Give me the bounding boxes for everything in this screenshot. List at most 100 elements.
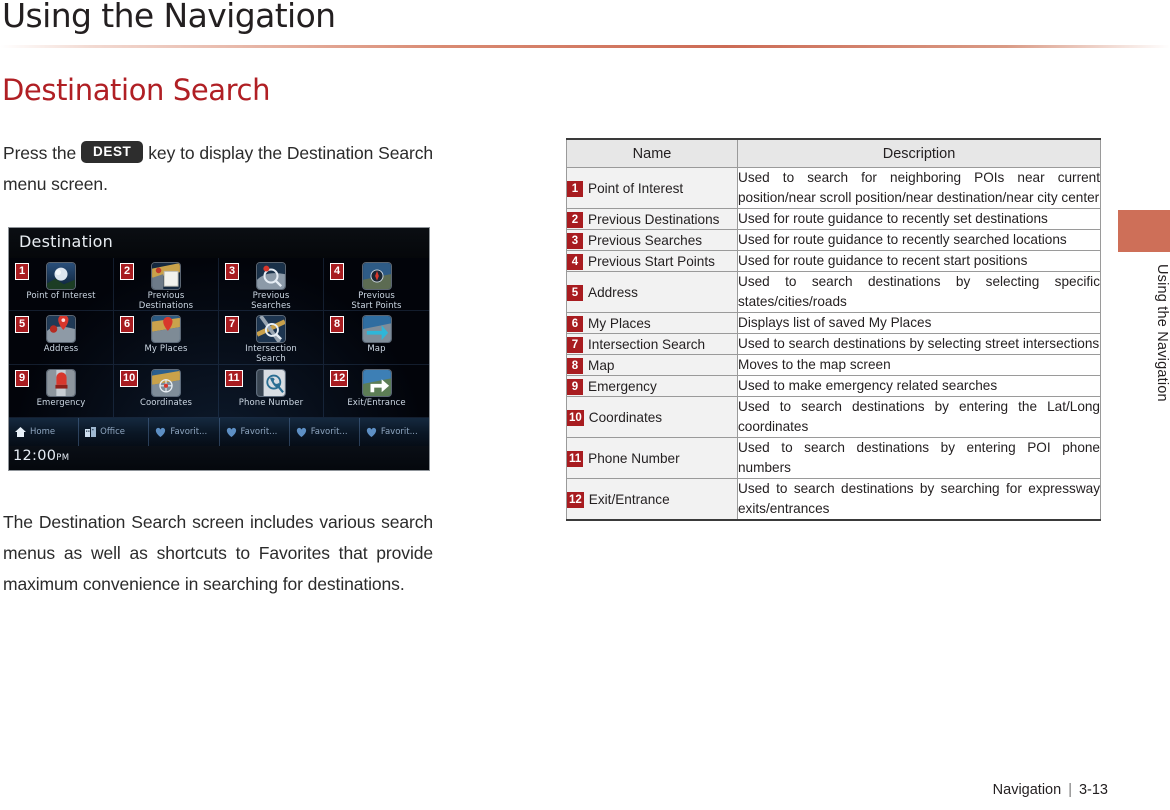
row-name: Map <box>588 357 615 373</box>
table-cell-description: Used to search destinations by selecting… <box>737 333 1101 355</box>
table-cell-name: 2 Previous Destinations <box>566 208 738 230</box>
previous-searches-icon <box>256 262 286 290</box>
table-cell-description: Used to search destinations by searching… <box>737 478 1101 521</box>
row-name: Previous Searches <box>588 232 703 248</box>
nav-item-address[interactable]: 5 Address <box>9 311 114 365</box>
callout-5: 5 <box>15 316 29 334</box>
table-row: 9 Emergency Used to make emergency relat… <box>566 375 1101 397</box>
table-cell-name: 1 Point of Interest <box>566 167 738 209</box>
nav-label-1: Point of Interest <box>26 291 96 301</box>
row-badge: 11 <box>567 450 584 467</box>
row-badge: 4 <box>567 253 583 270</box>
table-row: 1 Point of Interest Used to search for n… <box>566 167 1101 209</box>
callout-10: 10 <box>120 369 139 387</box>
table-cell-description: Used for route guidance to recently sear… <box>737 229 1101 251</box>
table-cell-name: 9 Emergency <box>566 375 738 397</box>
shortcut-label-home: Home <box>30 427 56 437</box>
row-badge: 7 <box>567 336 583 353</box>
table-row: 2 Previous Destinations Used for route g… <box>566 208 1101 230</box>
nav-label-7: Intersection Search <box>245 344 297 364</box>
nav-item-coordinates[interactable]: 10 Coordinates <box>114 364 219 418</box>
row-badge: 12 <box>567 491 584 508</box>
footer-separator: | <box>1068 782 1072 798</box>
shortcut-office[interactable]: Office <box>79 418 150 446</box>
table-row: 11 Phone Number Used to search destinati… <box>566 437 1101 479</box>
navigation-destination-screen[interactable]: Destination 1 Point of Interest 2 Previo… <box>8 227 430 471</box>
nav-item-exit-entrance[interactable]: 12 Exit/Entrance <box>324 365 429 418</box>
nav-item-emergency[interactable]: 9 Emergency <box>9 364 114 418</box>
nav-item-phone-number[interactable]: 11 Phone Number <box>219 364 324 418</box>
nav-screen-title: Destination <box>19 232 114 251</box>
shortcut-home[interactable]: Home <box>9 418 80 446</box>
heart-icon <box>226 427 236 437</box>
nav-label-11: Phone Number <box>238 397 304 408</box>
my-places-icon <box>151 315 181 344</box>
footer-section: Navigation <box>992 782 1062 798</box>
table-row: 10 Coordinates Used to search destinatio… <box>566 396 1101 438</box>
table-cell-description: Displays list of saved My Places <box>737 312 1101 334</box>
dest-key-button[interactable]: DEST <box>81 141 144 163</box>
column-header-name: Name <box>566 138 738 168</box>
nav-label-8: Map <box>367 344 386 355</box>
shortcut-favorite-1[interactable]: Favorit... <box>149 418 220 446</box>
nav-item-previous-start-points[interactable]: 4 Previous Start Points <box>324 258 429 312</box>
description-paragraph: The Destination Search screen includes v… <box>3 512 433 594</box>
table-header-row: Name Description <box>566 138 1101 168</box>
row-badge: 8 <box>567 357 583 374</box>
row-name: Exit/Entrance <box>588 491 670 507</box>
nav-clock: 12:00PM <box>13 448 69 464</box>
heart-icon <box>296 427 306 437</box>
table-row: 4 Previous Start Points Used for route g… <box>566 250 1101 272</box>
nav-item-my-places[interactable]: 6 My Places <box>114 311 219 365</box>
nav-label-3: Previous Searches <box>251 291 291 311</box>
nav-label-9: Emergency <box>36 397 86 408</box>
column-header-description: Description <box>737 138 1101 168</box>
shortcut-label-favorite-4: Favorit... <box>380 427 418 437</box>
table-cell-description: Used to search for neighboring POIs near… <box>737 167 1101 209</box>
callout-3: 3 <box>225 263 239 280</box>
callout-9: 9 <box>15 369 29 387</box>
table-cell-name: 3 Previous Searches <box>566 229 738 251</box>
table-row: 7 Intersection Search Used to search des… <box>566 333 1101 355</box>
nav-item-intersection-search[interactable]: 7 Intersection Search <box>219 311 324 365</box>
row-name: My Places <box>588 315 651 331</box>
callout-6: 6 <box>120 316 134 334</box>
shortcut-favorite-2[interactable]: Favorit... <box>220 418 290 446</box>
coordinates-icon <box>151 368 181 397</box>
shortcut-favorite-3[interactable]: Favorit... <box>290 418 360 446</box>
destination-menu-table: Name Description 1 Point of Interest Use… <box>566 138 1101 521</box>
nav-menu-grid: 1 Point of Interest 2 Previous Destinati… <box>9 258 429 418</box>
shortcut-label-favorite-1: Favorit... <box>170 427 208 437</box>
table-cell-description: Used for route guidance to recently set … <box>737 208 1101 230</box>
table-cell-description: Used to search destinations by selecting… <box>737 271 1101 313</box>
page-header: Using the Navigation <box>0 0 1170 52</box>
nav-shortcut-bar: Home Office Favorit... Favorit... Favori… <box>9 418 429 446</box>
nav-item-previous-searches[interactable]: 3 Previous Searches <box>219 258 324 312</box>
row-name: Previous Start Points <box>588 253 715 269</box>
table-cell-description: Used for route guidance to recent start … <box>737 250 1101 272</box>
table-cell-name: 8 Map <box>566 354 738 376</box>
table-row: 5 Address Used to search destinations by… <box>566 271 1101 313</box>
row-name: Emergency <box>588 378 657 394</box>
shortcut-favorite-4[interactable]: Favorit... <box>360 418 429 446</box>
nav-title-bar: Destination <box>9 228 429 258</box>
emergency-icon <box>46 368 76 397</box>
row-badge: 10 <box>567 409 584 426</box>
nav-item-previous-destinations[interactable]: 2 Previous Destinations <box>114 258 219 312</box>
section-title: Destination Search <box>2 73 271 107</box>
callout-4: 4 <box>330 263 344 280</box>
nav-item-point-of-interest[interactable]: 1 Point of Interest <box>9 258 114 312</box>
side-tab-marker <box>1118 210 1170 252</box>
nav-label-10: Coordinates <box>139 397 193 408</box>
phone-number-icon <box>256 368 286 397</box>
nav-item-map[interactable]: 8 Map <box>324 311 429 365</box>
footer-page-number: 3-13 <box>1078 782 1108 798</box>
table-cell-description: Used to make emergency related searches <box>737 375 1101 397</box>
row-badge: 9 <box>567 378 583 395</box>
poi-icon <box>46 262 76 290</box>
shortcut-label-favorite-3: Favorit... <box>310 427 348 437</box>
nav-status-bar: 12:00PM <box>9 446 429 470</box>
row-badge: 2 <box>567 211 583 228</box>
heart-icon <box>156 427 166 437</box>
callout-8: 8 <box>330 316 344 334</box>
